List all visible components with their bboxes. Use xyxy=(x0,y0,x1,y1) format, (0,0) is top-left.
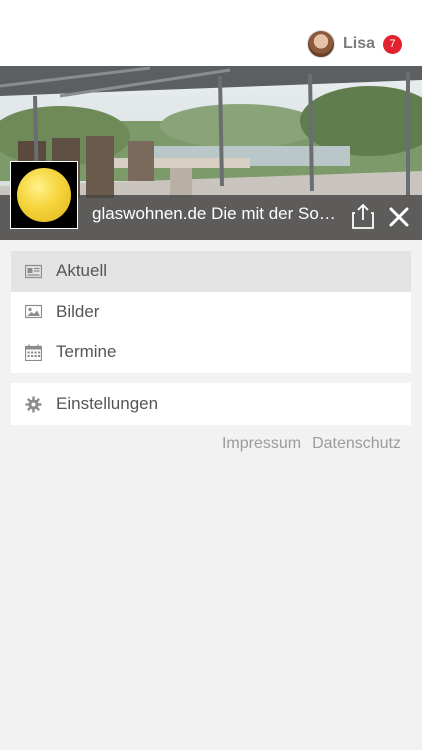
share-icon xyxy=(352,203,374,229)
settings-menu: Einstellungen xyxy=(11,383,411,425)
top-bar: Lisa 7 xyxy=(0,0,422,66)
gear-icon xyxy=(25,396,42,412)
app-logo xyxy=(10,161,78,229)
datenschutz-link[interactable]: Datenschutz xyxy=(312,435,401,453)
menu-item-bilder[interactable]: Bilder xyxy=(11,292,411,333)
footer-links: Impressum Datenschutz xyxy=(222,435,401,453)
menu-item-label: Termine xyxy=(56,342,117,362)
notification-badge[interactable]: 7 xyxy=(383,34,402,54)
image-icon xyxy=(25,305,42,319)
page-title: glaswohnen.de Die mit der Sonne wohnen xyxy=(92,204,342,223)
user-avatar[interactable] xyxy=(306,30,335,58)
close-button[interactable] xyxy=(388,206,410,228)
newspaper-icon xyxy=(25,264,42,278)
share-button[interactable] xyxy=(352,203,374,229)
menu-item-label: Aktuell xyxy=(56,261,108,281)
calendar-icon xyxy=(25,344,42,361)
menu-item-termine[interactable]: Termine xyxy=(11,332,411,373)
main-menu: Aktuell Bilder Termine xyxy=(11,251,411,373)
impressum-link[interactable]: Impressum xyxy=(222,435,301,453)
logo-sun-icon xyxy=(17,168,71,222)
menu-item-einstellungen[interactable]: Einstellungen xyxy=(11,383,411,425)
hero-banner: glaswohnen.de Die mit der Sonne wohnen xyxy=(0,66,422,240)
menu-item-label: Einstellungen xyxy=(56,394,159,413)
close-icon xyxy=(389,207,409,227)
menu-item-aktuell[interactable]: Aktuell xyxy=(11,251,411,292)
user-name[interactable]: Lisa xyxy=(343,35,375,53)
user-profile[interactable]: Lisa 7 xyxy=(306,30,402,58)
menu-item-label: Bilder xyxy=(56,301,100,321)
